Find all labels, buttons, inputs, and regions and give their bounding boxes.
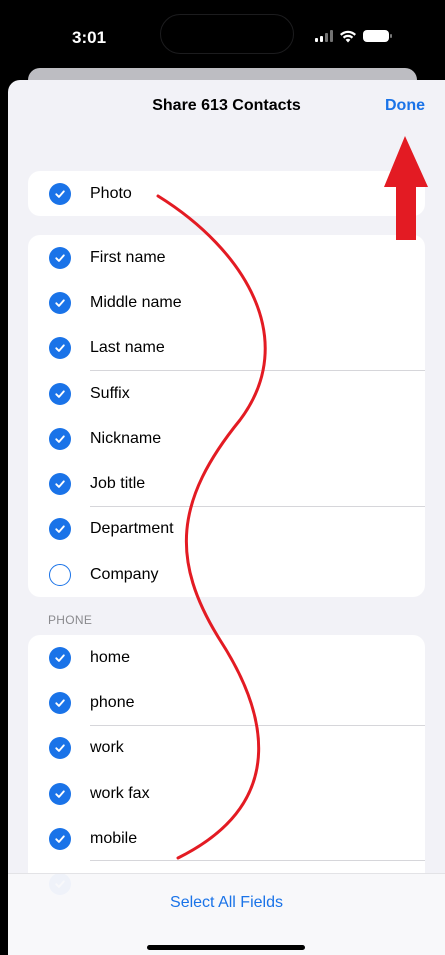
cellular-signal-icon [315, 30, 333, 42]
field-row-department[interactable]: Department [28, 507, 425, 552]
field-label: Middle name [90, 293, 182, 311]
checkmark-circle-icon[interactable] [49, 291, 71, 314]
checkmark-circle-icon[interactable] [49, 646, 71, 669]
checkmark-circle-icon[interactable] [49, 246, 71, 269]
checkmark-circle-icon[interactable] [49, 337, 71, 360]
field-row-photo[interactable]: Photo [28, 171, 425, 216]
field-label: Nickname [90, 429, 162, 447]
wifi-icon [340, 30, 356, 42]
done-button[interactable]: Done [385, 97, 425, 115]
field-row-middle-name[interactable]: Middle name [28, 280, 425, 325]
status-bar: 3:01 [0, 0, 445, 72]
field-row-work[interactable]: work [28, 726, 425, 771]
status-time: 3:01 [72, 28, 107, 47]
field-row-job-title[interactable]: Job title [28, 461, 425, 508]
status-icons [315, 28, 392, 44]
checkmark-circle-icon[interactable] [49, 427, 71, 450]
field-row-first-name[interactable]: First name [28, 235, 425, 280]
checkmark-circle-icon[interactable] [49, 473, 71, 496]
field-label: Department [90, 520, 174, 538]
phone-fields-group: home phone work work fax mobile [28, 635, 425, 896]
sheet-title: Share 613 Contacts [152, 97, 301, 114]
field-label: First name [90, 248, 166, 266]
photo-group: Photo [28, 171, 425, 216]
home-indicator [147, 945, 305, 950]
field-label: work [90, 739, 124, 757]
checkmark-circle-icon[interactable] [49, 827, 71, 850]
field-label: Company [90, 565, 159, 583]
empty-circle-icon[interactable] [49, 563, 71, 586]
dynamic-island [160, 14, 294, 54]
name-fields-group: First name Middle name Last name Suffix … [28, 235, 425, 597]
field-label: home [90, 648, 131, 666]
battery-icon [363, 30, 392, 42]
field-row-phone[interactable]: phone [28, 680, 425, 726]
section-header-phone: PHONE [48, 613, 93, 627]
field-label: phone [90, 693, 135, 711]
field-label: Last name [90, 339, 165, 357]
checkmark-circle-icon[interactable] [49, 782, 71, 805]
field-row-suffix[interactable]: Suffix [28, 371, 425, 416]
checkmark-circle-icon[interactable] [49, 382, 71, 405]
checkmark-circle-icon[interactable] [49, 737, 71, 760]
select-all-fields-button[interactable]: Select All Fields [8, 894, 445, 912]
field-row-nickname[interactable]: Nickname [28, 416, 425, 461]
field-row-company[interactable]: Company [28, 552, 425, 597]
field-row-work-fax[interactable]: work fax [28, 771, 425, 816]
field-label: Suffix [90, 384, 130, 402]
bottom-toolbar: Select All Fields [8, 873, 445, 955]
field-label: Job title [90, 475, 146, 493]
field-label: work fax [90, 784, 150, 802]
checkmark-circle-icon[interactable] [49, 182, 71, 205]
field-label: Photo [90, 184, 132, 202]
checkmark-circle-icon[interactable] [49, 691, 71, 714]
checkmark-circle-icon[interactable] [49, 518, 71, 541]
field-label: mobile [90, 829, 138, 847]
share-contacts-sheet: Share 613 Contacts Done Photo First name… [8, 80, 445, 955]
field-row-last-name[interactable]: Last name [28, 326, 425, 372]
field-row-home[interactable]: home [28, 635, 425, 680]
field-row-mobile[interactable]: mobile [28, 816, 425, 862]
